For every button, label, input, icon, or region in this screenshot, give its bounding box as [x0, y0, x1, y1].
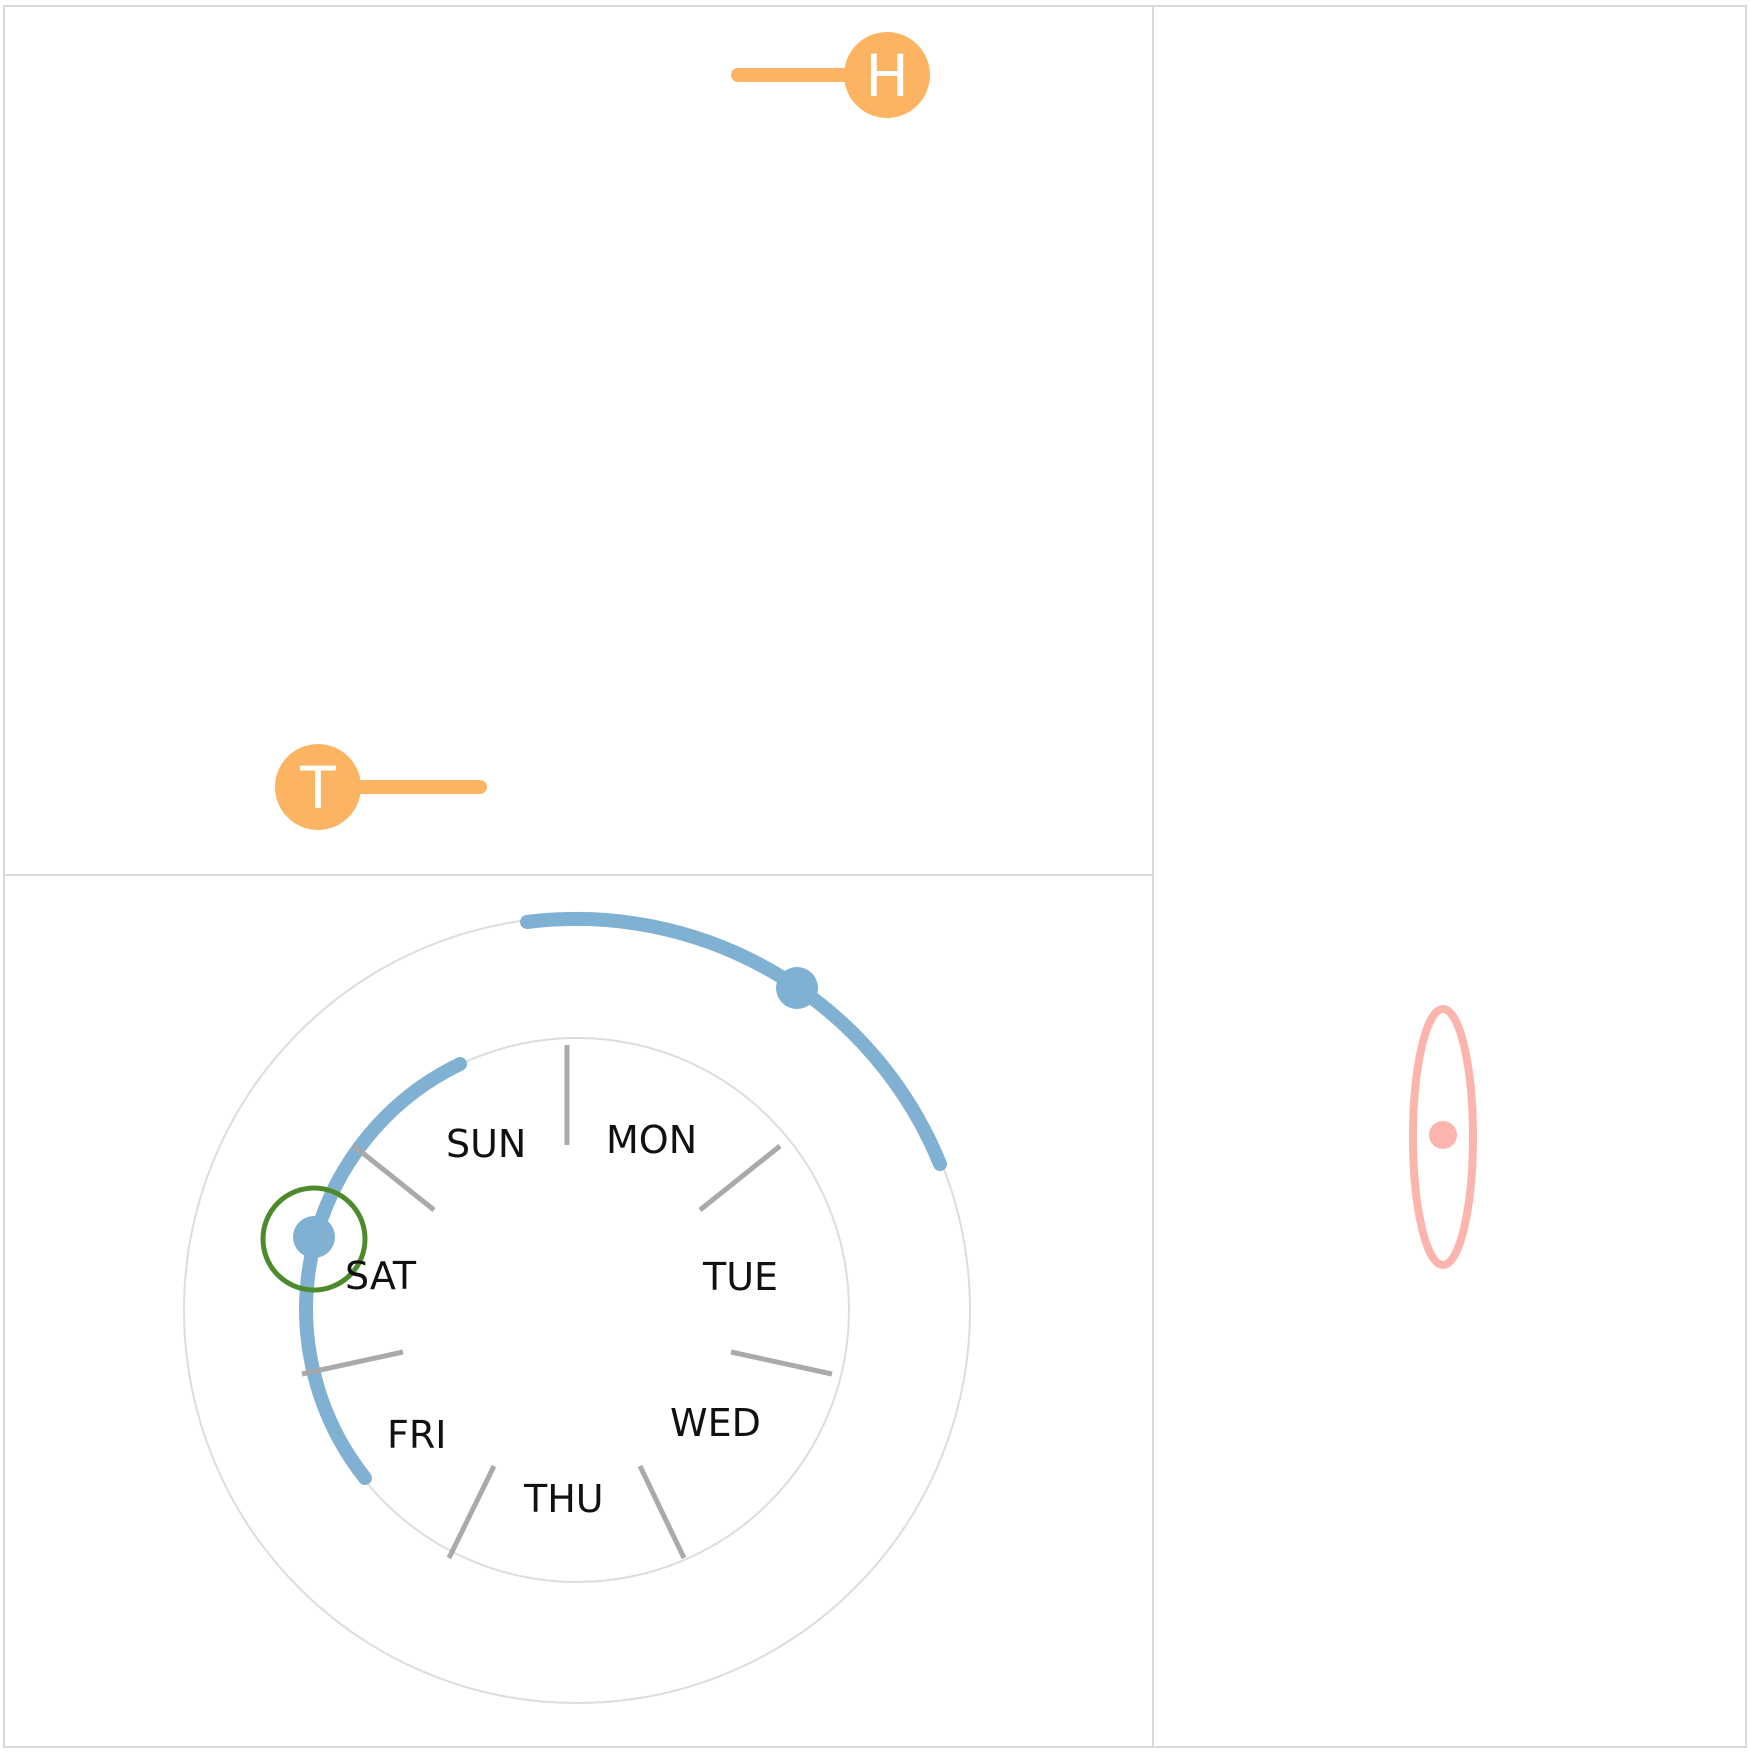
right-panel	[1152, 5, 1747, 1748]
outer-range-arc[interactable]	[520, 911, 947, 1171]
start-handle[interactable]: T	[275, 744, 361, 830]
bottom-left-panel	[3, 874, 1154, 1748]
separator-wed-thu	[637, 1464, 687, 1560]
day-label-mon[interactable]: MON	[606, 1118, 697, 1162]
oval-control[interactable]	[1409, 1005, 1477, 1269]
day-label-wed[interactable]: WED	[670, 1401, 761, 1445]
range-slider[interactable]: H T	[275, 32, 930, 830]
day-label-sat[interactable]: SAT	[345, 1254, 417, 1298]
top-left-panel	[3, 5, 1154, 876]
day-label-thu[interactable]: THU	[523, 1477, 604, 1521]
separator-sat-sun	[352, 1144, 436, 1212]
oval-knob[interactable]	[1429, 1121, 1457, 1149]
separator-tue-wed	[730, 1349, 833, 1377]
start-handle-label: T	[299, 754, 336, 822]
end-handle[interactable]: H	[844, 32, 930, 118]
outer-arc-knob[interactable]	[776, 967, 818, 1009]
day-label-tue[interactable]: TUE	[702, 1255, 778, 1299]
day-label-fri[interactable]: FRI	[387, 1413, 446, 1457]
weekday-dial[interactable]: SUN MON TUE WED THU FRI SAT	[183, 911, 971, 1704]
inner-arc-knob[interactable]	[293, 1216, 335, 1258]
day-label-sun[interactable]: SUN	[446, 1122, 526, 1166]
end-handle-label: H	[865, 42, 909, 110]
separator-thu-fri	[446, 1464, 497, 1560]
canvas: H T SUN MON TUE WED THU FRI SAT	[3, 5, 1747, 1748]
separator-mon-tue	[698, 1144, 782, 1212]
